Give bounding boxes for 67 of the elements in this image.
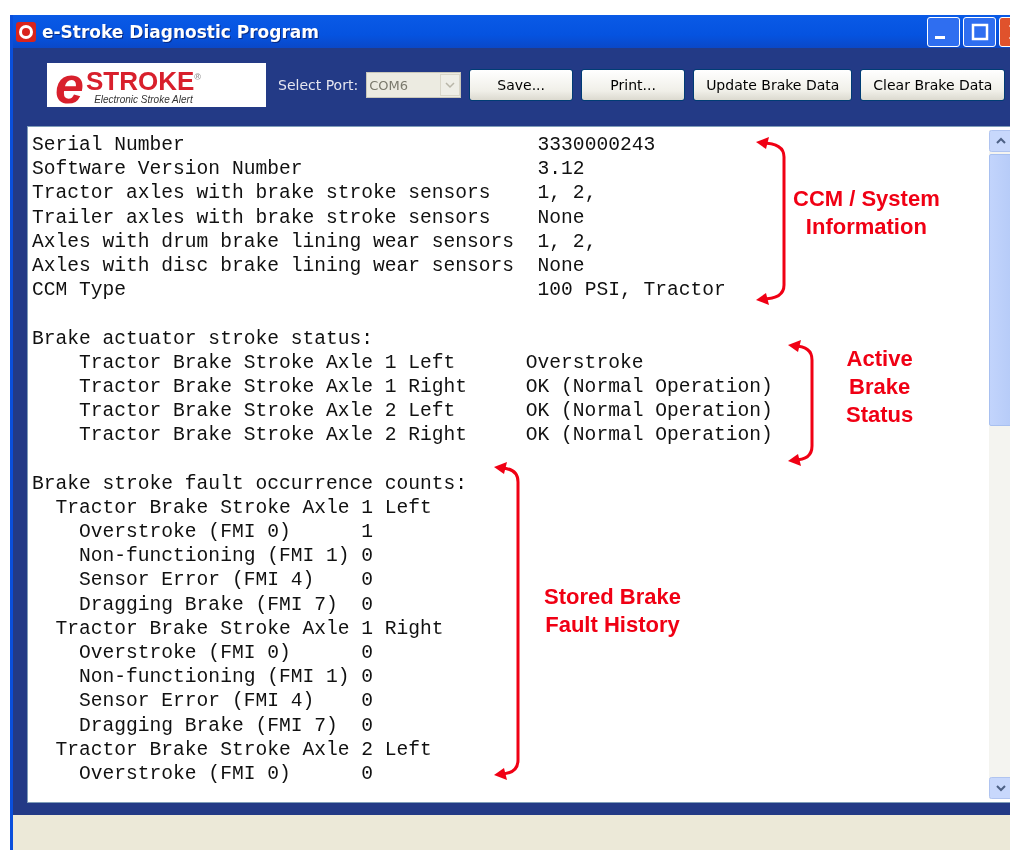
field-label: Tractor Brake Stroke Axle 1 Left <box>79 350 456 375</box>
fault-count: 0 <box>361 568 373 593</box>
minimize-button[interactable] <box>927 16 960 47</box>
field-value: None <box>537 205 585 230</box>
field-value: 3.12 <box>537 157 585 182</box>
fault-label: Dragging Brake (FMI 7) <box>79 592 338 617</box>
field-label: Software Version Number <box>32 157 303 182</box>
fault-label: Dragging Brake (FMI 7) <box>79 713 338 738</box>
fault-count: 0 <box>361 713 373 738</box>
field-value: Overstroke <box>525 350 644 375</box>
window-title: e-Stroke Diagnostic Program <box>42 21 320 42</box>
maximize-button[interactable] <box>963 16 996 47</box>
fault-count: 1 <box>361 520 373 545</box>
sensor-heading: Tractor Brake Stroke Axle 1 Right <box>55 616 444 641</box>
field-value: 3330000243 <box>537 133 656 158</box>
logo-brand: STROKE$^{®}$ <box>85 64 201 94</box>
fault-label: Sensor Error (FMI 4) <box>79 689 315 714</box>
field-value: OK (Normal Operation) <box>525 423 773 448</box>
field-value: OK (Normal Operation) <box>525 374 773 400</box>
fault-label: Overstroke (FMI 0) <box>79 761 291 787</box>
field-label: Tractor axles with brake stroke sensors <box>32 181 491 206</box>
scroll-down-icon[interactable] <box>989 777 1010 799</box>
logo-letter: e <box>55 63 84 107</box>
toolbar-button[interactable]: Clear Brake Data <box>860 69 1006 101</box>
fault-label: Non-functioning (FMI 1) <box>79 665 350 690</box>
sensor-heading: Tractor Brake Stroke Axle 1 Left <box>55 495 432 520</box>
annotation-label: Stored Brake Fault History <box>544 583 681 639</box>
field-label: Axles with drum brake lining wear sensors <box>32 229 515 254</box>
toolbar-button[interactable]: Print... <box>581 69 686 101</box>
fault-count: 0 <box>361 761 373 787</box>
section-heading: Brake actuator stroke status: <box>32 327 373 350</box>
field-value: 100 PSI, Tractor <box>537 278 726 303</box>
annotation-label: Active Brake Status <box>846 345 914 429</box>
scroll-thumb[interactable] <box>989 154 1010 426</box>
field-label: Trailer axles with brake stroke sensors <box>32 205 491 230</box>
fault-label: Sensor Error (FMI 4) <box>79 568 315 593</box>
fault-count: 0 <box>361 689 373 714</box>
field-value: OK (Normal Operation) <box>525 399 773 424</box>
fault-label: Overstroke (FMI 0) <box>79 520 291 545</box>
field-label: Axles with disc brake lining wear sensors <box>32 253 515 279</box>
field-value: None <box>537 253 585 279</box>
field-label: CCM Type <box>32 278 127 303</box>
sensor-heading: Tractor Brake Stroke Axle 2 Left <box>55 737 432 762</box>
maximize-icon <box>970 22 989 41</box>
fault-label: Overstroke (FMI 0) <box>79 640 291 666</box>
fault-count: 0 <box>361 640 373 666</box>
scroll-up-icon[interactable] <box>989 130 1010 152</box>
fault-label: Non-functioning (FMI 1) <box>79 544 350 569</box>
scrollbar[interactable] <box>989 130 1010 799</box>
field-label: Tractor Brake Stroke Axle 2 Left <box>79 399 456 424</box>
annotation-label: CCM / System Information <box>793 185 940 241</box>
logo-tagline: Electronic Stroke Alert <box>94 93 193 106</box>
fault-count: 0 <box>361 665 373 690</box>
section-heading: Brake stroke fault occurrence counts: <box>32 472 468 495</box>
fault-count: 0 <box>361 592 373 617</box>
app-icon <box>16 21 36 42</box>
field-label: Tractor Brake Stroke Axle 1 Right <box>79 374 468 400</box>
field-label: Serial Number <box>32 133 185 158</box>
toolbar-button[interactable]: Save... <box>469 69 574 101</box>
dropdown-icon <box>440 74 461 96</box>
field-label: Tractor Brake Stroke Axle 2 Right <box>79 423 468 448</box>
minimize-icon <box>934 36 945 39</box>
fault-count: 0 <box>361 544 373 569</box>
toolbar-button[interactable]: Update Brake Data <box>693 69 853 101</box>
field-value: 1, 2, <box>537 229 597 254</box>
field-value: 1, 2, <box>537 181 597 206</box>
port-label: Select Port: <box>278 77 359 93</box>
